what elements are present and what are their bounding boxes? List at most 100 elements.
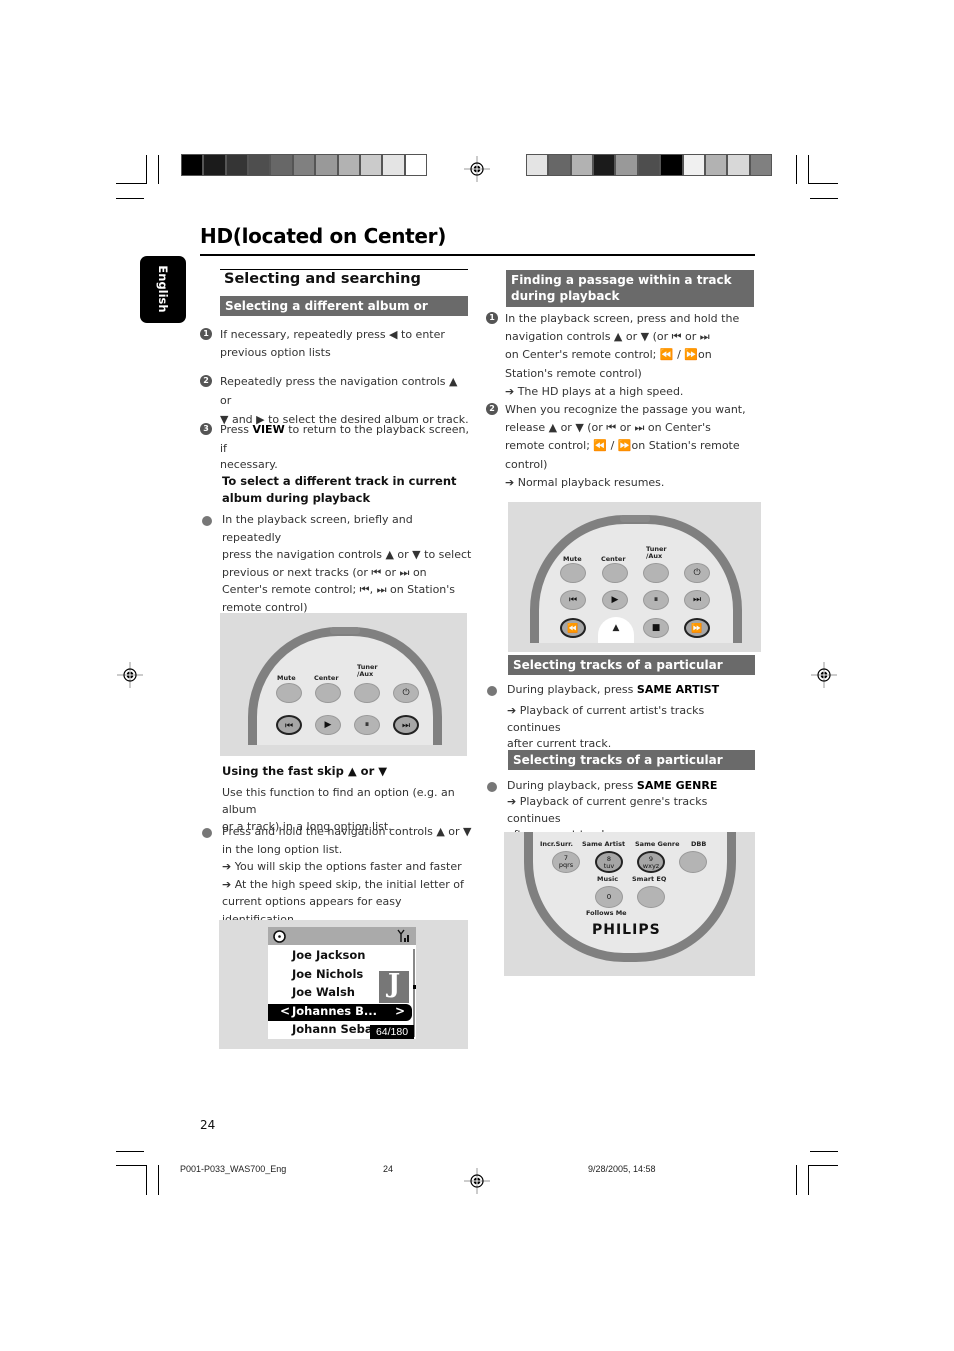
next-track-button[interactable]: ⏭ <box>393 715 419 735</box>
crop-mark <box>116 1165 146 1166</box>
lcd-list-item[interactable]: Joe Nichols <box>292 967 363 981</box>
key-9-same-genre[interactable]: 9 wxyz <box>637 851 665 873</box>
lcd-list-item[interactable]: Johannes B... <box>292 1004 377 1018</box>
step-line: previous option lists <box>220 345 331 359</box>
color-calibration-bar-right <box>526 154 772 176</box>
initial-letter: J <box>387 969 401 999</box>
page-title: HD(located on Center) <box>200 224 447 248</box>
bullet-text: In the playback screen, briefly and repe… <box>222 511 472 616</box>
previous-track-button[interactable]: ⏮ <box>276 715 302 735</box>
tuner-aux-button[interactable] <box>643 563 669 583</box>
remote-control-image: Mute Center Tuner /Aux ⏻ ⏮ ▶ ⏸ ⏭ ⏪ ▲ ■ ⏩ <box>508 502 761 652</box>
remote-key-label: DBB <box>691 840 707 848</box>
pause-button[interactable]: ⏸ <box>643 590 669 610</box>
disc-icon <box>273 930 286 943</box>
color-swatch <box>204 155 225 175</box>
crop-mark <box>146 155 147 184</box>
next-track-button[interactable]: ⏭ <box>684 590 710 610</box>
result-text: ➔ Playback of current artist's tracks co… <box>507 703 757 753</box>
footer-filename: P001-P033_WAS700_Eng <box>180 1164 287 1174</box>
bullet-line: in the long option list. <box>222 842 343 856</box>
lcd-list-item[interactable]: Johann Seba.. <box>292 1022 381 1036</box>
dbb-button[interactable] <box>679 851 707 873</box>
bullet-line: press the navigation controls ▲ or ▼ to … <box>222 548 472 561</box>
color-swatch <box>616 155 637 175</box>
scrollbar-thumb[interactable] <box>413 985 416 989</box>
fast-forward-button[interactable]: ⏩ <box>684 618 710 638</box>
bullet-line: In the playback screen, briefly and repe… <box>222 513 413 544</box>
power-button[interactable]: ⏻ <box>393 683 419 703</box>
color-swatch <box>182 155 203 175</box>
bullet-line: ➔ You will skip the options faster and f… <box>222 860 462 873</box>
color-swatch <box>405 155 426 175</box>
bullet <box>202 828 212 838</box>
lcd-left-arrow-icon: < <box>280 1003 291 1018</box>
remote-control-image: Mute Center Tuner /Aux ⏻ ⏮ ▶ ⏸ ⏭ <box>220 613 467 756</box>
subheading: Using the fast skip ▲ or ▼ <box>222 764 388 778</box>
color-swatch <box>594 155 615 175</box>
tuner-aux-button[interactable] <box>354 683 380 703</box>
lcd-list-item[interactable]: Joe Jackson <box>292 948 365 962</box>
signal-strength-icon <box>397 929 409 942</box>
title-rule <box>200 254 755 256</box>
band-line: Finding a passage within a track <box>511 273 732 287</box>
footer-page: 24 <box>383 1164 394 1174</box>
color-swatch <box>226 155 248 175</box>
step-line: on Center's remote control; ⏪ / ⏩on <box>505 348 712 362</box>
crop-mark <box>808 1165 809 1195</box>
mute-button[interactable] <box>276 683 302 703</box>
bullet <box>487 782 497 792</box>
image-bottom-mask <box>220 745 467 756</box>
step-number-badge: 2 <box>200 375 212 387</box>
center-button[interactable] <box>602 563 628 583</box>
step-line: Repeatedly press the navigation controls… <box>220 375 458 407</box>
remote-notch <box>620 515 650 522</box>
mute-label: Mute <box>563 555 582 563</box>
subheading-line: To select a different track in current <box>222 474 457 488</box>
step-line: control) <box>505 457 548 471</box>
key-7-incr-surr[interactable]: 7 pqrs <box>552 851 580 873</box>
step-line: ➔ Normal playback resumes. <box>505 475 665 489</box>
color-swatch <box>661 155 682 175</box>
crop-mark <box>796 155 797 184</box>
pause-button[interactable]: ⏸ <box>354 715 380 735</box>
color-swatch <box>527 155 548 175</box>
music-label: Music <box>597 875 619 883</box>
intro-line: Use this function to find an option (e.g… <box>222 786 455 816</box>
color-swatch <box>383 155 404 175</box>
color-swatch <box>571 155 593 175</box>
crop-mark <box>158 155 159 184</box>
color-swatch <box>683 155 704 175</box>
step-line: Press <box>220 423 253 436</box>
scrollbar-track[interactable] <box>413 949 415 1037</box>
registration-mark-icon <box>811 662 837 688</box>
rewind-button[interactable]: ⏪ <box>560 618 586 638</box>
image-bottom-mask <box>508 643 761 652</box>
crop-mark <box>796 1165 797 1195</box>
power-button[interactable]: ⏻ <box>684 563 710 583</box>
stop-button[interactable]: ■ <box>643 618 669 638</box>
crop-mark <box>808 155 809 184</box>
step-line: Station's remote control) <box>505 366 642 380</box>
bullet <box>487 686 497 696</box>
color-swatch <box>705 155 727 175</box>
mute-button[interactable] <box>560 563 586 583</box>
registration-mark-icon <box>464 156 490 182</box>
smart-eq-button[interactable] <box>637 886 665 908</box>
tuner-aux-label: Tuner /Aux <box>646 545 667 560</box>
step-line: ➔ The HD plays at a high speed. <box>505 384 684 398</box>
step-number-badge: 2 <box>486 403 498 415</box>
bullet-text: During playback, press SAME ARTIST <box>507 681 757 700</box>
key-8-same-artist[interactable]: 8 tuv <box>595 851 623 873</box>
play-button[interactable]: ▶ <box>602 590 628 610</box>
subsection-band: Selecting tracks of a particular artist <box>508 655 755 688</box>
step-line: remote control; ⏪ / ⏩on Station's remote <box>505 439 740 453</box>
play-button[interactable]: ▶ <box>315 715 341 735</box>
key-0-music[interactable]: 0 <box>595 886 623 908</box>
color-swatch <box>271 155 292 175</box>
center-button[interactable] <box>315 683 341 703</box>
lcd-list-item[interactable]: Joe Walsh <box>292 985 355 999</box>
remote-notch <box>330 627 360 634</box>
previous-track-button[interactable]: ⏮ <box>560 590 586 610</box>
section-title: Selecting and searching <box>224 271 421 287</box>
